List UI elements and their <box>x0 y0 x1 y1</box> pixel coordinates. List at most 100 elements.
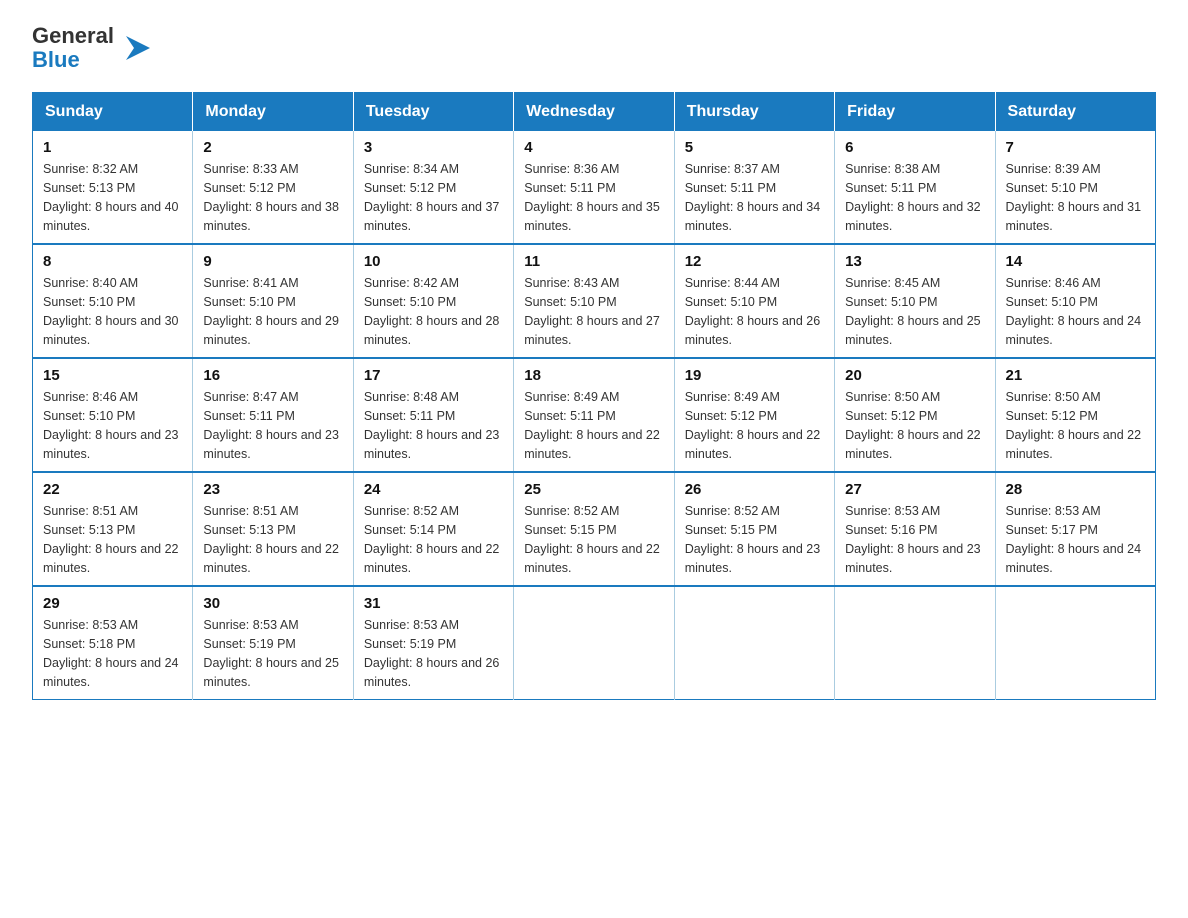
day-info: Sunrise: 8:33 AMSunset: 5:12 PMDaylight:… <box>203 162 339 232</box>
day-number: 23 <box>203 481 342 498</box>
calendar-cell: 11 Sunrise: 8:43 AMSunset: 5:10 PMDaylig… <box>514 244 674 358</box>
calendar-cell: 26 Sunrise: 8:52 AMSunset: 5:15 PMDaylig… <box>674 472 834 586</box>
day-info: Sunrise: 8:52 AMSunset: 5:15 PMDaylight:… <box>524 504 660 574</box>
day-info: Sunrise: 8:49 AMSunset: 5:12 PMDaylight:… <box>685 390 821 460</box>
calendar-cell: 6 Sunrise: 8:38 AMSunset: 5:11 PMDayligh… <box>835 131 995 244</box>
calendar-cell: 1 Sunrise: 8:32 AMSunset: 5:13 PMDayligh… <box>33 131 193 244</box>
calendar-cell: 17 Sunrise: 8:48 AMSunset: 5:11 PMDaylig… <box>353 358 513 472</box>
day-number: 21 <box>1006 367 1145 384</box>
day-info: Sunrise: 8:43 AMSunset: 5:10 PMDaylight:… <box>524 276 660 346</box>
day-info: Sunrise: 8:46 AMSunset: 5:10 PMDaylight:… <box>43 390 179 460</box>
day-number: 17 <box>364 367 503 384</box>
calendar-cell: 13 Sunrise: 8:45 AMSunset: 5:10 PMDaylig… <box>835 244 995 358</box>
calendar-cell: 27 Sunrise: 8:53 AMSunset: 5:16 PMDaylig… <box>835 472 995 586</box>
day-info: Sunrise: 8:53 AMSunset: 5:19 PMDaylight:… <box>364 618 500 688</box>
calendar-cell: 31 Sunrise: 8:53 AMSunset: 5:19 PMDaylig… <box>353 586 513 700</box>
day-number: 1 <box>43 139 182 156</box>
day-info: Sunrise: 8:39 AMSunset: 5:10 PMDaylight:… <box>1006 162 1142 232</box>
day-info: Sunrise: 8:44 AMSunset: 5:10 PMDaylight:… <box>685 276 821 346</box>
day-number: 22 <box>43 481 182 498</box>
day-number: 25 <box>524 481 663 498</box>
day-number: 30 <box>203 595 342 612</box>
day-info: Sunrise: 8:48 AMSunset: 5:11 PMDaylight:… <box>364 390 500 460</box>
calendar-cell: 14 Sunrise: 8:46 AMSunset: 5:10 PMDaylig… <box>995 244 1155 358</box>
day-number: 18 <box>524 367 663 384</box>
calendar-cell: 30 Sunrise: 8:53 AMSunset: 5:19 PMDaylig… <box>193 586 353 700</box>
day-number: 5 <box>685 139 824 156</box>
calendar-cell: 16 Sunrise: 8:47 AMSunset: 5:11 PMDaylig… <box>193 358 353 472</box>
weekday-header-thursday: Thursday <box>674 93 834 132</box>
day-info: Sunrise: 8:37 AMSunset: 5:11 PMDaylight:… <box>685 162 821 232</box>
calendar-week-row: 15 Sunrise: 8:46 AMSunset: 5:10 PMDaylig… <box>33 358 1156 472</box>
day-info: Sunrise: 8:53 AMSunset: 5:16 PMDaylight:… <box>845 504 981 574</box>
weekday-header-saturday: Saturday <box>995 93 1155 132</box>
day-info: Sunrise: 8:53 AMSunset: 5:18 PMDaylight:… <box>43 618 179 688</box>
calendar-cell: 24 Sunrise: 8:52 AMSunset: 5:14 PMDaylig… <box>353 472 513 586</box>
calendar-cell: 19 Sunrise: 8:49 AMSunset: 5:12 PMDaylig… <box>674 358 834 472</box>
calendar-cell: 4 Sunrise: 8:36 AMSunset: 5:11 PMDayligh… <box>514 131 674 244</box>
day-info: Sunrise: 8:53 AMSunset: 5:19 PMDaylight:… <box>203 618 339 688</box>
day-number: 26 <box>685 481 824 498</box>
day-number: 10 <box>364 253 503 270</box>
day-number: 11 <box>524 253 663 270</box>
calendar-cell: 28 Sunrise: 8:53 AMSunset: 5:17 PMDaylig… <box>995 472 1155 586</box>
day-number: 13 <box>845 253 984 270</box>
day-info: Sunrise: 8:46 AMSunset: 5:10 PMDaylight:… <box>1006 276 1142 346</box>
header-area: GeneralBlue <box>32 24 1156 72</box>
day-number: 3 <box>364 139 503 156</box>
calendar-cell: 3 Sunrise: 8:34 AMSunset: 5:12 PMDayligh… <box>353 131 513 244</box>
calendar-cell: 21 Sunrise: 8:50 AMSunset: 5:12 PMDaylig… <box>995 358 1155 472</box>
calendar-week-row: 8 Sunrise: 8:40 AMSunset: 5:10 PMDayligh… <box>33 244 1156 358</box>
day-info: Sunrise: 8:34 AMSunset: 5:12 PMDaylight:… <box>364 162 500 232</box>
day-info: Sunrise: 8:50 AMSunset: 5:12 PMDaylight:… <box>1006 390 1142 460</box>
logo-text: GeneralBlue <box>32 24 114 72</box>
weekday-header-friday: Friday <box>835 93 995 132</box>
day-info: Sunrise: 8:38 AMSunset: 5:11 PMDaylight:… <box>845 162 981 232</box>
calendar-cell: 23 Sunrise: 8:51 AMSunset: 5:13 PMDaylig… <box>193 472 353 586</box>
day-info: Sunrise: 8:50 AMSunset: 5:12 PMDaylight:… <box>845 390 981 460</box>
calendar-table: SundayMondayTuesdayWednesdayThursdayFrid… <box>32 92 1156 700</box>
calendar-cell: 5 Sunrise: 8:37 AMSunset: 5:11 PMDayligh… <box>674 131 834 244</box>
day-info: Sunrise: 8:53 AMSunset: 5:17 PMDaylight:… <box>1006 504 1142 574</box>
day-number: 14 <box>1006 253 1145 270</box>
calendar-week-row: 22 Sunrise: 8:51 AMSunset: 5:13 PMDaylig… <box>33 472 1156 586</box>
logo: GeneralBlue <box>32 24 158 72</box>
day-info: Sunrise: 8:52 AMSunset: 5:14 PMDaylight:… <box>364 504 500 574</box>
day-info: Sunrise: 8:36 AMSunset: 5:11 PMDaylight:… <box>524 162 660 232</box>
calendar-cell: 20 Sunrise: 8:50 AMSunset: 5:12 PMDaylig… <box>835 358 995 472</box>
day-info: Sunrise: 8:45 AMSunset: 5:10 PMDaylight:… <box>845 276 981 346</box>
day-number: 6 <box>845 139 984 156</box>
weekday-header-wednesday: Wednesday <box>514 93 674 132</box>
day-info: Sunrise: 8:42 AMSunset: 5:10 PMDaylight:… <box>364 276 500 346</box>
weekday-header-tuesday: Tuesday <box>353 93 513 132</box>
day-number: 4 <box>524 139 663 156</box>
weekday-header-sunday: Sunday <box>33 93 193 132</box>
calendar-cell: 2 Sunrise: 8:33 AMSunset: 5:12 PMDayligh… <box>193 131 353 244</box>
day-number: 31 <box>364 595 503 612</box>
calendar-cell: 12 Sunrise: 8:44 AMSunset: 5:10 PMDaylig… <box>674 244 834 358</box>
calendar-header-row: SundayMondayTuesdayWednesdayThursdayFrid… <box>33 93 1156 132</box>
day-info: Sunrise: 8:32 AMSunset: 5:13 PMDaylight:… <box>43 162 179 232</box>
day-number: 28 <box>1006 481 1145 498</box>
calendar-cell: 25 Sunrise: 8:52 AMSunset: 5:15 PMDaylig… <box>514 472 674 586</box>
day-number: 12 <box>685 253 824 270</box>
day-info: Sunrise: 8:51 AMSunset: 5:13 PMDaylight:… <box>203 504 339 574</box>
day-number: 9 <box>203 253 342 270</box>
calendar-cell: 8 Sunrise: 8:40 AMSunset: 5:10 PMDayligh… <box>33 244 193 358</box>
logo-arrow-icon <box>118 28 158 68</box>
calendar-cell <box>835 586 995 700</box>
calendar-week-row: 1 Sunrise: 8:32 AMSunset: 5:13 PMDayligh… <box>33 131 1156 244</box>
day-number: 7 <box>1006 139 1145 156</box>
calendar-cell: 18 Sunrise: 8:49 AMSunset: 5:11 PMDaylig… <box>514 358 674 472</box>
day-number: 24 <box>364 481 503 498</box>
day-number: 29 <box>43 595 182 612</box>
day-number: 16 <box>203 367 342 384</box>
day-info: Sunrise: 8:49 AMSunset: 5:11 PMDaylight:… <box>524 390 660 460</box>
day-number: 8 <box>43 253 182 270</box>
calendar-cell: 9 Sunrise: 8:41 AMSunset: 5:10 PMDayligh… <box>193 244 353 358</box>
calendar-cell <box>514 586 674 700</box>
calendar-week-row: 29 Sunrise: 8:53 AMSunset: 5:18 PMDaylig… <box>33 586 1156 700</box>
day-info: Sunrise: 8:47 AMSunset: 5:11 PMDaylight:… <box>203 390 339 460</box>
calendar-cell <box>995 586 1155 700</box>
calendar-cell: 7 Sunrise: 8:39 AMSunset: 5:10 PMDayligh… <box>995 131 1155 244</box>
